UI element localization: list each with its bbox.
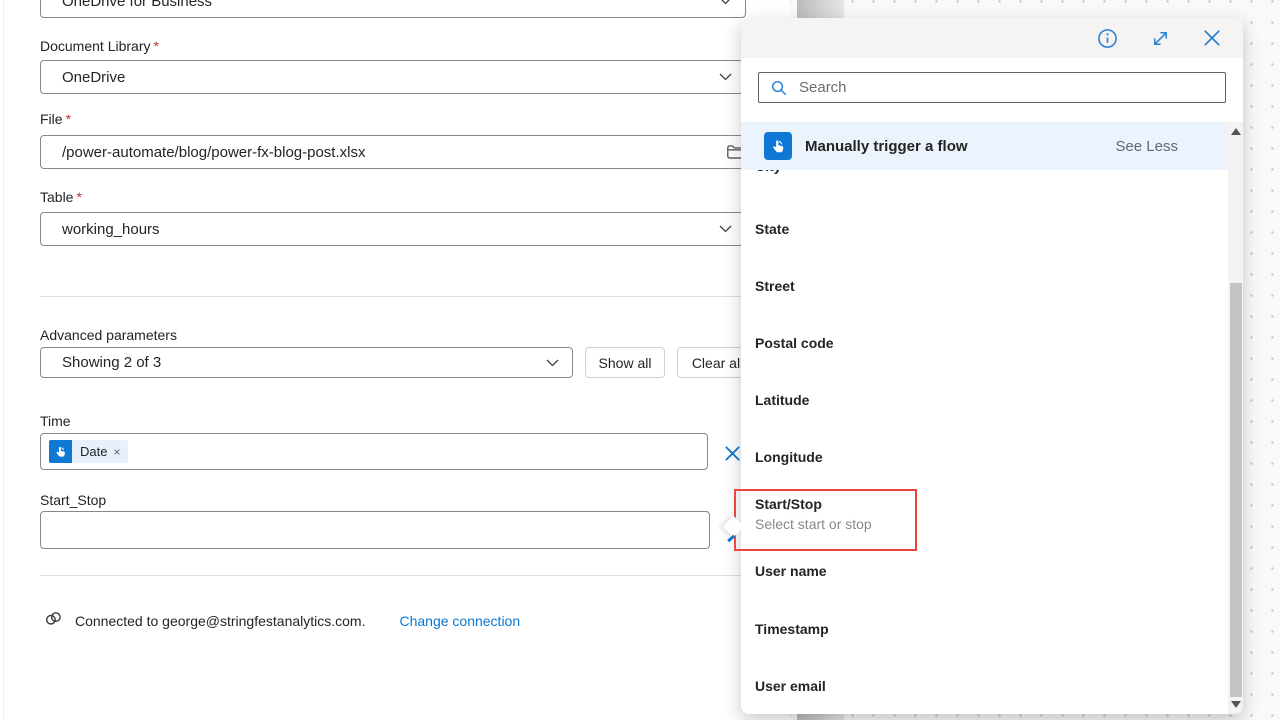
trigger-title: Manually trigger a flow: [805, 138, 1115, 155]
list-item-longitude[interactable]: Longitude: [755, 449, 823, 465]
list-item-state[interactable]: State: [755, 221, 789, 237]
time-field[interactable]: Date ×: [40, 433, 708, 470]
list-item-timestamp[interactable]: Timestamp: [755, 621, 829, 637]
table-value: working_hours: [62, 221, 160, 238]
file-value: /power-automate/blog/power-fx-blog-post.…: [62, 144, 365, 161]
advanced-parameters-summary: Showing 2 of 3: [62, 354, 161, 371]
list-item-postal-code[interactable]: Postal code: [755, 335, 834, 351]
pane-edge-divider: [3, 0, 4, 720]
manual-trigger-icon: [49, 440, 72, 463]
list-item-latitude[interactable]: Latitude: [755, 392, 809, 408]
date-token-chip[interactable]: Date ×: [49, 440, 128, 463]
scrollbar-thumb[interactable]: [1230, 283, 1242, 697]
connection-footer: Connected to george@stringfestanalytics.…: [44, 610, 520, 632]
manual-trigger-icon: [764, 132, 792, 160]
chevron-down-icon: [546, 359, 559, 367]
scroll-down-icon[interactable]: [1231, 701, 1241, 708]
chevron-down-icon: [719, 0, 732, 5]
dynamic-content-flyout: City State Street Postal code Latitude L…: [741, 18, 1243, 714]
file-input[interactable]: /power-automate/blog/power-fx-blog-post.…: [40, 135, 746, 169]
time-label: Time: [40, 413, 71, 429]
list-item-start-stop-description: Select start or stop: [755, 516, 872, 532]
chip-dismiss-icon[interactable]: ×: [113, 446, 120, 458]
file-label: File*: [40, 111, 71, 127]
chevron-down-icon: [719, 73, 732, 81]
start-stop-label: Start_Stop: [40, 492, 106, 508]
document-library-label: Document Library*: [40, 38, 159, 54]
connector-dropdown-value: OneDrive for Business: [62, 0, 212, 10]
show-all-button[interactable]: Show all: [585, 347, 665, 378]
document-library-dropdown[interactable]: OneDrive: [40, 60, 746, 94]
trigger-header-row[interactable]: Manually trigger a flow See Less: [741, 122, 1228, 170]
chevron-down-icon: [719, 225, 732, 233]
document-library-value: OneDrive: [62, 69, 125, 86]
clear-field-icon[interactable]: [724, 445, 741, 467]
change-connection-link[interactable]: Change connection: [399, 613, 520, 629]
required-asterisk: *: [154, 38, 159, 54]
required-asterisk: *: [66, 111, 71, 127]
power-automate-designer: OneDrive for Business Document Library* …: [0, 0, 1280, 720]
advanced-parameters-label: Advanced parameters: [40, 327, 177, 343]
flyout-scrollbar[interactable]: [1228, 122, 1243, 714]
see-less-toggle[interactable]: See Less: [1115, 138, 1178, 155]
required-asterisk: *: [76, 189, 81, 205]
list-item-street[interactable]: Street: [755, 278, 795, 294]
connector-dropdown[interactable]: OneDrive for Business: [40, 0, 746, 18]
table-label: Table*: [40, 189, 82, 205]
connection-status: Connected to george@stringfestanalytics.…: [75, 613, 365, 629]
table-dropdown[interactable]: working_hours: [40, 212, 746, 246]
action-parameters-pane: OneDrive for Business Document Library* …: [0, 0, 790, 720]
section-divider: [40, 575, 745, 576]
advanced-parameters-dropdown[interactable]: Showing 2 of 3: [40, 347, 573, 378]
scroll-up-icon[interactable]: [1231, 128, 1241, 135]
list-item-start-stop[interactable]: Start/Stop: [755, 496, 822, 512]
list-item-user-email[interactable]: User email: [755, 678, 826, 694]
chip-label: Date: [80, 444, 107, 459]
section-divider: [40, 296, 758, 297]
connection-icon: [44, 610, 63, 632]
list-item-user-name[interactable]: User name: [755, 563, 827, 579]
start-stop-input[interactable]: [40, 511, 710, 549]
